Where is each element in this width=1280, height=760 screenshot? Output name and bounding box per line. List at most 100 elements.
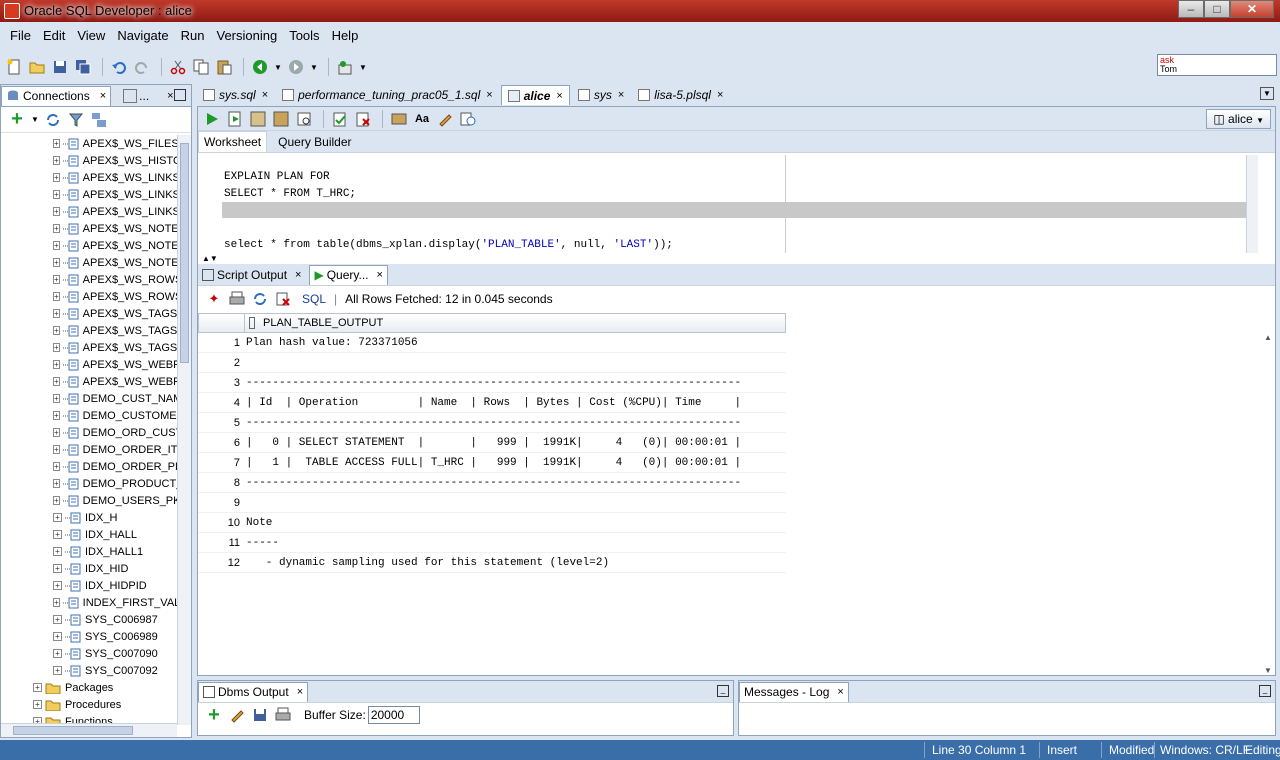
expand-icon[interactable]: + — [53, 360, 60, 369]
tree-index-item[interactable]: + SYS_C006987 — [1, 611, 177, 628]
save-icon[interactable] — [250, 705, 270, 725]
ask-tom-search[interactable]: ask Tom — [1157, 54, 1277, 76]
buffer-size-input[interactable] — [367, 706, 420, 724]
tree-index-item[interactable]: + APEX$_WS_FILES_ — [1, 135, 177, 152]
close-tab-icon[interactable]: × — [167, 90, 173, 102]
tree-index-item[interactable]: + DEMO_PRODUCT_ — [1, 475, 177, 492]
undo-icon[interactable] — [109, 57, 129, 77]
refresh-icon[interactable] — [250, 289, 270, 309]
tree-index-item[interactable]: + APEX$_WS_TAGS_ — [1, 339, 177, 356]
tree-index-item[interactable]: + APEX$_WS_NOTES — [1, 237, 177, 254]
expand-icon[interactable]: + — [33, 700, 42, 709]
save-all-icon[interactable] — [73, 57, 93, 77]
sql-icon[interactable] — [335, 57, 355, 77]
plan-output-cell[interactable]: | 0 | SELECT STATEMENT | | 999 | 1991K| … — [244, 437, 741, 449]
expand-icon[interactable]: + — [53, 292, 60, 301]
close-tab-icon[interactable]: × — [100, 90, 106, 102]
tab-lisa-5[interactable]: lisa-5.plsql × — [632, 85, 729, 105]
close-tab-icon[interactable]: × — [297, 686, 303, 698]
tree-index-item[interactable]: + IDX_H — [1, 509, 177, 526]
tab-alice[interactable]: alice × — [500, 85, 570, 105]
table-row[interactable]: 6 | 0 | SELECT STATEMENT | | 999 | 1991K|… — [198, 433, 786, 453]
expand-icon[interactable]: + — [53, 326, 60, 335]
back-dropdown-icon[interactable]: ▼ — [273, 57, 283, 77]
tree-index-item[interactable]: + SYS_C006989 — [1, 628, 177, 645]
tree-index-item[interactable]: + APEX$_WS_HISTO — [1, 152, 177, 169]
close-tab-icon[interactable]: × — [295, 269, 301, 281]
splitter-arrows-icon[interactable]: ▲▼ — [202, 254, 218, 263]
table-row[interactable]: 5 ---------------------------------------… — [198, 413, 786, 433]
tab-worksheet[interactable]: Worksheet — [198, 131, 268, 152]
menu-tools[interactable]: Tools — [283, 26, 325, 48]
tree-index-item[interactable]: + IDX_HALL1 — [1, 543, 177, 560]
tree-index-item[interactable]: + DEMO_ORDER_ITE — [1, 441, 177, 458]
tab-query-builder[interactable]: Query Builder — [273, 132, 356, 152]
menu-run[interactable]: Run — [175, 26, 211, 48]
tree-index-item[interactable]: + APEX$_WS_WEBPC — [1, 373, 177, 390]
tab-sys[interactable]: sys × — [572, 85, 630, 105]
maximize-button[interactable]: □ — [1204, 0, 1230, 18]
table-row[interactable]: 7 | 1 | TABLE ACCESS FULL| T_HRC | 999 | … — [198, 453, 786, 473]
tree-index-item[interactable]: + IDX_HID — [1, 560, 177, 577]
minimize-icon[interactable]: _ — [717, 685, 729, 697]
run-script-icon[interactable] — [225, 109, 245, 129]
expand-icon[interactable]: + — [53, 241, 60, 250]
add-dropdown-icon[interactable]: ▼ — [30, 110, 40, 130]
explain-plan-icon[interactable] — [248, 109, 268, 129]
eraser-icon[interactable] — [227, 705, 247, 725]
tree-folder-item[interactable]: + Procedures — [1, 696, 177, 713]
unshared-worksheet-icon[interactable] — [389, 109, 409, 129]
filter-icon[interactable] — [66, 110, 86, 130]
expand-icon[interactable]: + — [53, 309, 60, 318]
tab-messages-log[interactable]: Messages - Log × — [739, 681, 849, 702]
plan-output-cell[interactable]: | 1 | TABLE ACCESS FULL| T_HRC | 999 | 1… — [244, 457, 741, 469]
sort-icon[interactable] — [249, 317, 255, 329]
minimize-button[interactable]: – — [1178, 0, 1204, 18]
tab-performance-tuning[interactable]: performance_tuning_prac05_1.sql × — [276, 85, 499, 105]
tab-dbms-output[interactable]: Dbms Output × — [198, 681, 309, 702]
plan-output-cell[interactable]: ----- — [244, 537, 279, 549]
close-tab-icon[interactable]: × — [262, 89, 268, 101]
expand-icon[interactable]: + — [53, 258, 60, 267]
minimize-icon[interactable] — [174, 89, 186, 101]
table-row[interactable]: 3 ---------------------------------------… — [198, 373, 786, 393]
back-icon[interactable] — [250, 57, 270, 77]
expand-icon[interactable]: + — [53, 649, 62, 658]
tree-index-item[interactable]: + DEMO_USERS_PK — [1, 492, 177, 509]
expand-icon[interactable]: + — [53, 377, 60, 386]
expand-icon[interactable]: + — [53, 666, 62, 675]
forward-icon[interactable] — [286, 57, 306, 77]
table-row[interactable]: 1 Plan hash value: 723371056 — [198, 333, 786, 353]
results-vertical-scrollbar[interactable]: ▲ ▼ — [1261, 313, 1275, 675]
expand-icon[interactable]: + — [53, 139, 60, 148]
save-icon[interactable] — [50, 57, 70, 77]
table-row[interactable]: 2 — [198, 353, 786, 373]
expand-icon[interactable]: + — [53, 343, 60, 352]
expand-icon[interactable]: + — [53, 462, 60, 471]
tree-index-item[interactable]: + DEMO_CUST_NAM — [1, 390, 177, 407]
tab-query-result[interactable]: ▶ Query... × — [309, 264, 388, 285]
expand-icon[interactable]: + — [33, 683, 42, 692]
close-tab-icon[interactable]: × — [377, 269, 383, 281]
menu-edit[interactable]: Edit — [37, 26, 71, 48]
tree-index-item[interactable]: + IDX_HIDPID — [1, 577, 177, 594]
to-upper-lower-icon[interactable]: Aa — [412, 109, 432, 129]
table-row[interactable]: 9 — [198, 493, 786, 513]
tree-folder-item[interactable]: + Packages — [1, 679, 177, 696]
pin-icon[interactable]: ✦ — [204, 289, 224, 309]
menu-help[interactable]: Help — [326, 26, 365, 48]
expand-icon[interactable]: + — [53, 207, 60, 216]
autotrace-icon[interactable] — [271, 109, 291, 129]
close-tab-icon[interactable]: × — [556, 90, 562, 102]
clear-icon[interactable] — [435, 109, 455, 129]
menu-navigate[interactable]: Navigate — [111, 26, 174, 48]
sql-editor[interactable]: EXPLAIN PLAN FOR SELECT * FROM T_HRC; se… — [198, 155, 1260, 253]
plan-output-cell[interactable]: | Id | Operation | Name | Rows | Bytes |… — [244, 397, 741, 409]
tree-index-item[interactable]: + APEX$_WS_WEBPC — [1, 356, 177, 373]
tree-index-item[interactable]: + APEX$_WS_TAGS_ — [1, 322, 177, 339]
expand-icon[interactable]: + — [53, 530, 62, 539]
sql-history-icon[interactable] — [458, 109, 478, 129]
tree-index-item[interactable]: + APEX$_WS_TAGS_ — [1, 305, 177, 322]
tree-index-item[interactable]: + INDEX_FIRST_VAL — [1, 594, 177, 611]
cancel-query-icon[interactable] — [273, 289, 293, 309]
